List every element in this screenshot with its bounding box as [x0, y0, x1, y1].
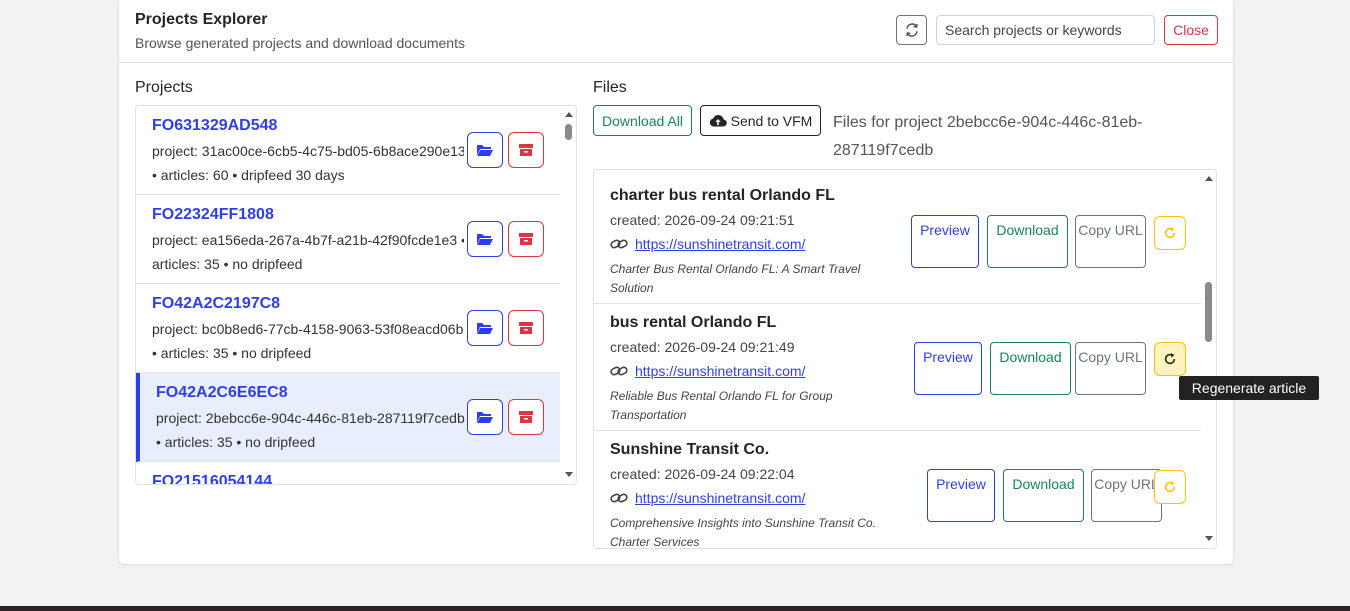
archive-icon [519, 144, 533, 156]
open-project-button[interactable] [467, 221, 503, 257]
project-item[interactable]: FO42A2C2197C8 project: bc0b8ed6-77cb-415… [136, 284, 560, 373]
regenerate-button[interactable] [1154, 216, 1186, 250]
scroll-up-arrow[interactable] [565, 112, 573, 117]
archive-icon [519, 411, 533, 423]
copy-url-button[interactable]: Copy URL [1075, 342, 1146, 395]
scroll-thumb[interactable] [565, 124, 572, 140]
modal-title: Projects Explorer [135, 11, 268, 28]
regenerate-tooltip: Regenerate article [1179, 376, 1319, 400]
preview-button[interactable]: Preview [914, 342, 982, 395]
project-meta: articles: 35 • no dripfeed [152, 256, 303, 272]
folder-open-icon [477, 234, 493, 245]
modal-subtitle: Browse generated projects and download d… [135, 35, 465, 51]
link-icon [610, 366, 628, 376]
archive-project-button[interactable] [508, 399, 544, 435]
project-meta: • articles: 60 • dripfeed 30 days [152, 167, 345, 183]
file-title: bus rental Orlando FL [610, 314, 777, 331]
refresh-button[interactable] [896, 15, 927, 45]
file-url-link[interactable]: https://sunshinetransit.com/ [635, 363, 805, 379]
copy-url-button[interactable]: Copy URL [1075, 215, 1146, 268]
scroll-down-arrow[interactable] [565, 472, 573, 477]
project-id: project: ea156eda-267a-4b7f-a21b-42f90fc… [152, 232, 464, 248]
open-project-button[interactable] [467, 399, 503, 435]
project-id: project: 2bebcc6e-904c-446c-81eb-287119f… [156, 410, 465, 426]
preview-button[interactable]: Preview [911, 215, 979, 268]
folder-open-icon [477, 145, 493, 156]
projects-explorer-modal: Projects Explorer Browse generated proje… [118, 0, 1234, 565]
archive-project-button[interactable] [508, 132, 544, 168]
project-name[interactable]: FO42A2C6E6EC8 [156, 384, 288, 402]
open-project-button[interactable] [467, 132, 503, 168]
projects-list: FO631329AD548 project: 31ac00ce-6cb5-4c7… [135, 105, 577, 485]
project-item-active[interactable]: FO42A2C6E6EC8 project: 2bebcc6e-904c-446… [136, 373, 560, 462]
file-created: created: 2026-09-24 09:21:49 [610, 339, 795, 355]
download-button[interactable]: Download [1003, 469, 1084, 522]
send-to-vfm-button[interactable]: Send to VFM [700, 105, 821, 136]
file-created: created: 2026-09-24 09:22:04 [610, 466, 795, 482]
download-button[interactable]: Download [987, 215, 1068, 268]
project-name[interactable]: FO22324FF1808 [152, 206, 274, 224]
projects-heading: Projects [135, 79, 193, 96]
rotate-icon [1164, 480, 1176, 493]
file-item: Sunshine Transit Co. created: 2026-09-24… [594, 431, 1201, 549]
project-item[interactable]: FO22324FF1808 project: ea156eda-267a-4b7… [136, 195, 560, 284]
download-button[interactable]: Download [990, 342, 1071, 395]
taskbar-edge [0, 606, 1350, 611]
files-caption: Files for project 2bebcc6e-904c-446c-81e… [833, 114, 1143, 159]
preview-button[interactable]: Preview [927, 469, 995, 522]
link-icon [610, 239, 628, 249]
archive-project-button[interactable] [508, 221, 544, 257]
link-icon [610, 493, 628, 503]
rotate-icon [1164, 352, 1176, 365]
scroll-down-arrow[interactable] [1205, 536, 1213, 541]
file-title: Sunshine Transit Co. [610, 441, 770, 458]
close-button[interactable]: Close [1164, 15, 1218, 45]
files-scrollbar[interactable] [1202, 170, 1216, 548]
regenerate-button[interactable] [1154, 470, 1186, 504]
file-description: Charter Bus Rental Orlando FL: A Smart T… [610, 262, 861, 295]
refresh-icon [905, 23, 918, 37]
project-meta: • articles: 35 • no dripfeed [156, 434, 316, 450]
file-item: bus rental Orlando FL created: 2026-09-2… [594, 304, 1201, 431]
file-title: charter bus rental Orlando FL [610, 187, 835, 204]
file-description: Reliable Bus Rental Orlando FL for Group… [610, 389, 833, 422]
file-url-link[interactable]: https://sunshinetransit.com/ [635, 490, 805, 506]
send-to-vfm-label: Send to VFM [730, 112, 813, 129]
projects-scrollbar[interactable] [562, 106, 576, 484]
download-all-button[interactable]: Download All [593, 105, 692, 136]
scroll-up-arrow[interactable] [1205, 176, 1213, 181]
archive-project-button[interactable] [508, 310, 544, 346]
file-description: Comprehensive Insights into Sunshine Tra… [610, 516, 876, 549]
project-name[interactable]: FO631329AD548 [152, 117, 277, 135]
project-meta: • articles: 35 • no dripfeed [152, 345, 312, 361]
project-name[interactable]: FO21516054144 [152, 473, 272, 484]
open-project-button[interactable] [467, 310, 503, 346]
search-input[interactable] [936, 15, 1155, 45]
modal-header: Projects Explorer Browse generated proje… [119, 0, 1233, 63]
file-url-link[interactable]: https://sunshinetransit.com/ [635, 236, 805, 252]
regenerate-button[interactable] [1154, 342, 1186, 376]
file-item: charter bus rental Orlando FL created: 2… [594, 177, 1201, 304]
file-created: created: 2026-09-24 09:21:51 [610, 212, 795, 228]
project-id: project: 31ac00ce-6cb5-4c75-bd05-6b8ace2… [152, 143, 464, 159]
scroll-thumb[interactable] [1205, 282, 1212, 342]
archive-icon [519, 322, 533, 334]
files-list: charter bus rental Orlando FL created: 2… [593, 169, 1217, 549]
project-id: project: bc0b8ed6-77cb-4158-9063-53f08ea… [152, 321, 464, 337]
project-name[interactable]: FO42A2C2197C8 [152, 295, 280, 313]
cloud-upload-icon [709, 114, 727, 127]
rotate-icon [1164, 226, 1176, 239]
archive-icon [519, 233, 533, 245]
project-item[interactable]: FO21516054144 [136, 462, 560, 484]
files-heading: Files [593, 79, 627, 96]
copy-url-button[interactable]: Copy URL [1091, 469, 1162, 522]
project-item[interactable]: FO631329AD548 project: 31ac00ce-6cb5-4c7… [136, 106, 560, 195]
folder-open-icon [477, 323, 493, 334]
folder-open-icon [477, 412, 493, 423]
